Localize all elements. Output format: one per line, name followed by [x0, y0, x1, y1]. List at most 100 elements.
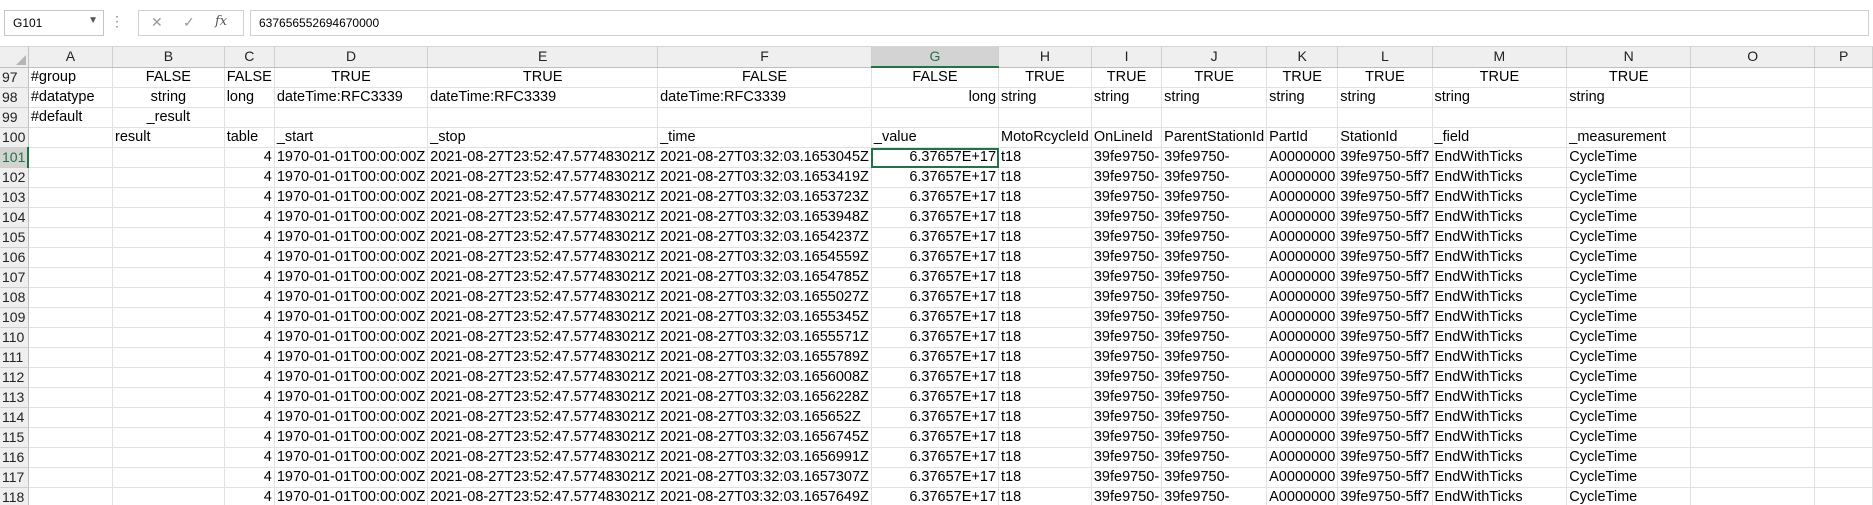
cell-c110[interactable]: 4 [224, 327, 275, 348]
cell-p97[interactable] [1814, 67, 1873, 88]
cell-p101[interactable] [1814, 147, 1873, 168]
row-header[interactable]: 110 [0, 327, 29, 348]
cell-c102[interactable]: 4 [224, 167, 275, 188]
cell-g114[interactable]: 6.37657E+17 [871, 407, 1000, 428]
cell-h104[interactable]: t18 [998, 207, 1092, 228]
cell-b113[interactable] [112, 387, 225, 408]
cell-a111[interactable] [28, 347, 114, 368]
cell-e105[interactable]: 2021-08-27T23:52:47.577483021Z [427, 227, 659, 248]
cell-h102[interactable]: t18 [998, 167, 1092, 188]
cell-o112[interactable] [1690, 367, 1816, 388]
cell-j106[interactable]: 39fe9750- [1161, 247, 1268, 268]
cell-g97[interactable]: FALSE [871, 67, 1000, 88]
cell-l109[interactable]: 39fe9750-5ff7 [1337, 307, 1433, 328]
cell-e102[interactable]: 2021-08-27T23:52:47.577483021Z [427, 167, 659, 188]
column-header-g[interactable]: G [871, 47, 1000, 68]
cell-f108[interactable]: 2021-08-27T03:32:03.1655027Z [657, 287, 872, 308]
cell-f109[interactable]: 2021-08-27T03:32:03.1655345Z [657, 307, 872, 328]
cell-j118[interactable]: 39fe9750- [1161, 487, 1268, 505]
cell-g109[interactable]: 6.37657E+17 [871, 307, 1000, 328]
cell-g111[interactable]: 6.37657E+17 [871, 347, 1000, 368]
cell-h115[interactable]: t18 [998, 427, 1092, 448]
cell-b112[interactable] [112, 367, 225, 388]
cell-i110[interactable]: 39fe9750- [1091, 327, 1163, 348]
cell-m106[interactable]: EndWithTicks [1432, 247, 1568, 268]
cell-c109[interactable]: 4 [224, 307, 275, 328]
cell-j117[interactable]: 39fe9750- [1161, 467, 1268, 488]
cell-e112[interactable]: 2021-08-27T23:52:47.577483021Z [427, 367, 659, 388]
cell-h97[interactable]: TRUE [998, 67, 1092, 88]
cell-g108[interactable]: 6.37657E+17 [871, 287, 1000, 308]
cell-d106[interactable]: 1970-01-01T00:00:00Z [274, 247, 429, 268]
cell-a99[interactable]: #default [28, 107, 114, 128]
cell-c108[interactable]: 4 [224, 287, 275, 308]
cell-c118[interactable]: 4 [224, 487, 275, 505]
name-box[interactable]: G101 ▼ [4, 10, 104, 36]
cell-o117[interactable] [1690, 467, 1816, 488]
column-header-c[interactable]: C [224, 47, 275, 68]
column-header-f[interactable]: F [657, 47, 872, 68]
insert-function-icon[interactable]: fx [215, 14, 227, 29]
cell-o107[interactable] [1690, 267, 1816, 288]
cell-o109[interactable] [1690, 307, 1816, 328]
cell-e117[interactable]: 2021-08-27T23:52:47.577483021Z [427, 467, 659, 488]
select-all-corner[interactable] [0, 47, 29, 68]
cell-i104[interactable]: 39fe9750- [1091, 207, 1163, 228]
cell-m113[interactable]: EndWithTicks [1432, 387, 1568, 408]
cell-d99[interactable] [274, 107, 429, 128]
row-header[interactable]: 103 [0, 187, 29, 208]
cell-m108[interactable]: EndWithTicks [1432, 287, 1568, 308]
cell-f100[interactable]: _time [657, 127, 872, 148]
cell-h107[interactable]: t18 [998, 267, 1092, 288]
cell-d98[interactable]: dateTime:RFC3339 [274, 87, 429, 108]
cell-b102[interactable] [112, 167, 225, 188]
cell-j108[interactable]: 39fe9750- [1161, 287, 1268, 308]
cell-j102[interactable]: 39fe9750- [1161, 167, 1268, 188]
cell-k113[interactable]: A0000000 [1266, 387, 1339, 408]
cell-i114[interactable]: 39fe9750- [1091, 407, 1163, 428]
cell-i116[interactable]: 39fe9750- [1091, 447, 1163, 468]
cell-b100[interactable]: result [112, 127, 225, 148]
cell-l117[interactable]: 39fe9750-5ff7 [1337, 467, 1433, 488]
cell-c106[interactable]: 4 [224, 247, 275, 268]
cell-h103[interactable]: t18 [998, 187, 1092, 208]
cell-k104[interactable]: A0000000 [1266, 207, 1339, 228]
cell-a108[interactable] [28, 287, 114, 308]
cell-g116[interactable]: 6.37657E+17 [871, 447, 1000, 468]
cell-a107[interactable] [28, 267, 114, 288]
cell-j115[interactable]: 39fe9750- [1161, 427, 1268, 448]
cell-j109[interactable]: 39fe9750- [1161, 307, 1268, 328]
cancel-icon[interactable]: ✕ [151, 14, 163, 31]
cell-d114[interactable]: 1970-01-01T00:00:00Z [274, 407, 429, 428]
cell-o104[interactable] [1690, 207, 1816, 228]
cell-a100[interactable] [28, 127, 114, 148]
row-header[interactable]: 107 [0, 267, 29, 288]
cell-l118[interactable]: 39fe9750-5ff7 [1337, 487, 1433, 505]
row-header[interactable]: 106 [0, 247, 29, 268]
cell-c112[interactable]: 4 [224, 367, 275, 388]
cell-n107[interactable]: CycleTime [1566, 267, 1692, 288]
cell-o99[interactable] [1690, 107, 1816, 128]
cell-i106[interactable]: 39fe9750- [1091, 247, 1163, 268]
cell-e114[interactable]: 2021-08-27T23:52:47.577483021Z [427, 407, 659, 428]
cell-k112[interactable]: A0000000 [1266, 367, 1339, 388]
cell-d102[interactable]: 1970-01-01T00:00:00Z [274, 167, 429, 188]
cell-e104[interactable]: 2021-08-27T23:52:47.577483021Z [427, 207, 659, 228]
cell-a118[interactable] [28, 487, 114, 505]
cell-b107[interactable] [112, 267, 225, 288]
cell-m97[interactable]: TRUE [1432, 67, 1568, 88]
cell-p115[interactable] [1814, 427, 1873, 448]
cell-o108[interactable] [1690, 287, 1816, 308]
cell-n101[interactable]: CycleTime [1566, 147, 1692, 168]
cell-c113[interactable]: 4 [224, 387, 275, 408]
cell-m112[interactable]: EndWithTicks [1432, 367, 1568, 388]
cell-m114[interactable]: EndWithTicks [1432, 407, 1568, 428]
cell-m98[interactable]: string [1432, 87, 1568, 108]
cell-l110[interactable]: 39fe9750-5ff7 [1337, 327, 1433, 348]
cell-o106[interactable] [1690, 247, 1816, 268]
cell-i101[interactable]: 39fe9750- [1091, 147, 1163, 168]
cell-p107[interactable] [1814, 267, 1873, 288]
cell-n98[interactable]: string [1566, 87, 1692, 108]
name-box-value[interactable]: G101 [13, 16, 42, 30]
cell-c103[interactable]: 4 [224, 187, 275, 208]
